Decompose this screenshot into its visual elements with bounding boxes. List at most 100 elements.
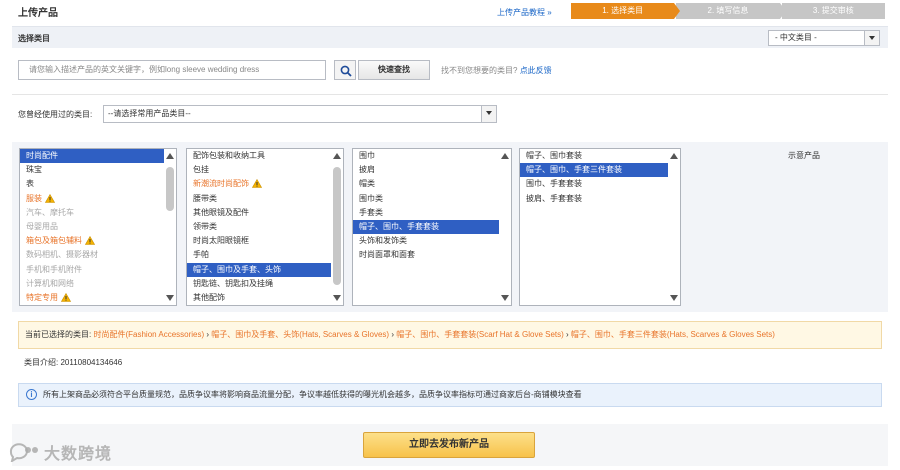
category-list-level-3[interactable]: 围巾披肩帽类围巾类手套类帽子、围巾、手套套装 头饰和发饰类时尚面罩和面套 bbox=[352, 148, 512, 306]
scrollbar[interactable] bbox=[499, 149, 511, 305]
category-option[interactable]: 手套类 bbox=[353, 206, 511, 220]
step-arrow-icon bbox=[674, 3, 681, 19]
category-option[interactable]: 其他眼镜及配件 bbox=[187, 206, 343, 220]
notice-bar: i 所有上架商品必须符合平台质量规范，品质争议率将影响商品流量分配，争议率越低获… bbox=[18, 383, 882, 407]
scrollbar[interactable] bbox=[668, 149, 680, 305]
category-option[interactable]: 母婴用品 bbox=[20, 220, 176, 234]
category-option[interactable]: 围巾 bbox=[353, 149, 511, 163]
category-option-label: 帽子、围巾套装 bbox=[526, 151, 582, 160]
category-option-label: 新潮流时尚配饰 bbox=[193, 179, 249, 189]
category-option-label: 其他眼镜及配件 bbox=[193, 207, 249, 217]
category-option-label: 帽子、围巾、手套套装 bbox=[359, 221, 439, 231]
category-option[interactable]: 手帕 bbox=[187, 248, 343, 262]
scroll-down-icon[interactable] bbox=[501, 295, 509, 301]
scroll-down-icon[interactable] bbox=[670, 295, 678, 301]
watermark: 大数跨境 bbox=[8, 440, 112, 464]
category-option[interactable]: 围巾、手套套装 bbox=[520, 177, 680, 191]
step-1-label: 1. 选择类目 bbox=[602, 6, 644, 15]
quick-search-button[interactable]: 快速查找 bbox=[358, 60, 430, 80]
scroll-up-icon[interactable] bbox=[670, 153, 678, 159]
category-option-label: 头饰和发饰类 bbox=[359, 236, 407, 246]
select-category-header: 选择类目 - 中文类目 - bbox=[12, 26, 888, 48]
chevron-down-icon[interactable] bbox=[481, 106, 496, 122]
category-option[interactable]: 帽子、围巾及手套、头饰 bbox=[187, 262, 343, 277]
category-option[interactable]: 珠宝 bbox=[20, 163, 176, 177]
chevron-down-icon[interactable] bbox=[864, 31, 879, 45]
category-option-label: 计算机和网络 bbox=[26, 278, 74, 288]
category-list-level-4[interactable]: 帽子、围巾套装帽子、围巾、手套三件套装 围巾、手套套装 披肩、手套套装 bbox=[519, 148, 681, 306]
category-list-level-2[interactable]: 配饰包装和收纳工具包挂新潮流时尚配饰腰带类 其他眼镜及配件领带类 时尚太阳眼镜框手帕… bbox=[186, 148, 344, 306]
category-option[interactable]: 新潮流时尚配饰 bbox=[187, 177, 343, 191]
category-option-label: 包挂 bbox=[193, 165, 209, 175]
scrollbar[interactable] bbox=[164, 149, 176, 305]
category-option[interactable]: 数码相机、摄影器材 bbox=[20, 248, 176, 262]
category-option[interactable]: 表 bbox=[20, 177, 176, 191]
category-intro-label: 类目介绍: bbox=[24, 358, 59, 367]
scroll-up-icon[interactable] bbox=[333, 153, 341, 159]
scroll-down-icon[interactable] bbox=[166, 295, 174, 301]
category-option[interactable]: 汽车、摩托车 bbox=[20, 206, 176, 220]
category-list-level-1[interactable]: 时尚配件 珠宝表服装 汽车、摩托车 母婴用品箱包及箱包辅料数码相机、摄影器材手机和手机… bbox=[19, 148, 177, 306]
category-option[interactable]: 钥匙链、钥匙扣及挂绳 bbox=[187, 277, 343, 291]
scroll-down-icon[interactable] bbox=[333, 295, 341, 301]
category-option-label: 汽车、摩托车 bbox=[26, 207, 74, 217]
category-option[interactable]: 时尚面罩和面套 bbox=[353, 248, 511, 262]
category-option-label: 披肩 bbox=[359, 165, 375, 175]
tutorial-link[interactable]: 上传产品教程 » bbox=[497, 7, 552, 18]
current-category-path: 当前已选择的类目: 时尚配件(Fashion Accessories) › 帽子… bbox=[18, 321, 882, 349]
not-found-hint: 找不到您想要的类目? 点此反馈 bbox=[441, 65, 552, 76]
category-option-label: 珠宝 bbox=[26, 165, 42, 175]
sample-product-label: 示意产品 bbox=[788, 151, 820, 160]
category-option-label: 帽子、围巾及手套、头饰 bbox=[193, 264, 281, 274]
scroll-thumb[interactable] bbox=[166, 167, 174, 211]
step-progress: 1. 选择类目 2. 填写信息 3. 提交审核 bbox=[571, 3, 885, 19]
language-select-value: - 中文类目 - bbox=[775, 33, 817, 42]
scroll-up-icon[interactable] bbox=[166, 153, 174, 159]
category-option-label: 手套类 bbox=[359, 207, 383, 217]
category-option[interactable]: 领带类 bbox=[187, 220, 343, 234]
path-separator: › bbox=[563, 330, 571, 339]
category-option[interactable]: 帽类 bbox=[353, 177, 511, 191]
page-title: 上传产品 bbox=[18, 8, 58, 19]
category-option[interactable]: 披肩 bbox=[353, 163, 511, 177]
category-option[interactable]: 围巾类 bbox=[353, 192, 511, 206]
scroll-thumb[interactable] bbox=[333, 167, 341, 285]
keyword-search-input[interactable]: 请您输入描述产品的英文关键字，例如long sleeve wedding dre… bbox=[18, 60, 326, 80]
category-option[interactable]: 特定专用 bbox=[20, 291, 176, 305]
category-option[interactable]: 时尚配件 bbox=[20, 149, 176, 164]
category-option[interactable]: 手机和手机附件 bbox=[20, 263, 176, 277]
category-option-label: 围巾类 bbox=[359, 193, 383, 203]
category-option[interactable]: 时尚太阳眼镜框 bbox=[187, 234, 343, 248]
category-option-label: 钥匙链、钥匙扣及挂绳 bbox=[193, 278, 273, 288]
search-icon-button[interactable] bbox=[334, 60, 356, 80]
category-option-label: 母婴用品 bbox=[26, 221, 58, 231]
language-select[interactable]: - 中文类目 - bbox=[768, 30, 880, 46]
category-option-label: 表 bbox=[26, 179, 34, 189]
step-3-label: 3. 提交审核 bbox=[812, 6, 854, 15]
category-option[interactable]: 其他配饰 bbox=[187, 291, 343, 305]
category-option[interactable]: 腰带类 bbox=[187, 192, 343, 206]
category-intro-value: 20110804134646 bbox=[60, 358, 123, 367]
scroll-up-icon[interactable] bbox=[501, 153, 509, 159]
category-option-label: 手帕 bbox=[193, 250, 209, 260]
category-option[interactable]: 帽子、围巾套装 bbox=[520, 149, 680, 163]
category-option[interactable]: 服装 bbox=[20, 192, 176, 206]
divider bbox=[12, 94, 888, 95]
category-option[interactable]: 包挂 bbox=[187, 163, 343, 177]
category-option[interactable]: 计算机和网络 bbox=[20, 277, 176, 291]
category-option[interactable]: 披肩、手套套装 bbox=[520, 192, 680, 206]
scrollbar[interactable] bbox=[331, 149, 343, 305]
category-option[interactable]: 箱包及箱包辅料 bbox=[20, 234, 176, 248]
category-option[interactable]: 帽子、围巾、手套三件套装 bbox=[520, 163, 680, 178]
category-option-label: 数码相机、摄影器材 bbox=[26, 250, 98, 260]
category-option-label: 帽类 bbox=[359, 179, 375, 189]
category-option[interactable]: 帽子、围巾、手套套装 bbox=[353, 219, 511, 235]
category-option[interactable]: 配饰包装和收纳工具 bbox=[187, 149, 343, 163]
step-2-label: 2. 填写信息 bbox=[707, 6, 749, 15]
feedback-link[interactable]: 点此反馈 bbox=[520, 66, 552, 75]
publish-new-product-button[interactable]: 立即去发布新产品 bbox=[363, 432, 535, 458]
watermark-text: 大数跨境 bbox=[44, 446, 113, 463]
used-category-select[interactable]: --请选择常用产品类目-- bbox=[103, 105, 497, 123]
not-found-text: 找不到您想要的类目? bbox=[441, 66, 518, 75]
category-option[interactable]: 头饰和发饰类 bbox=[353, 234, 511, 248]
